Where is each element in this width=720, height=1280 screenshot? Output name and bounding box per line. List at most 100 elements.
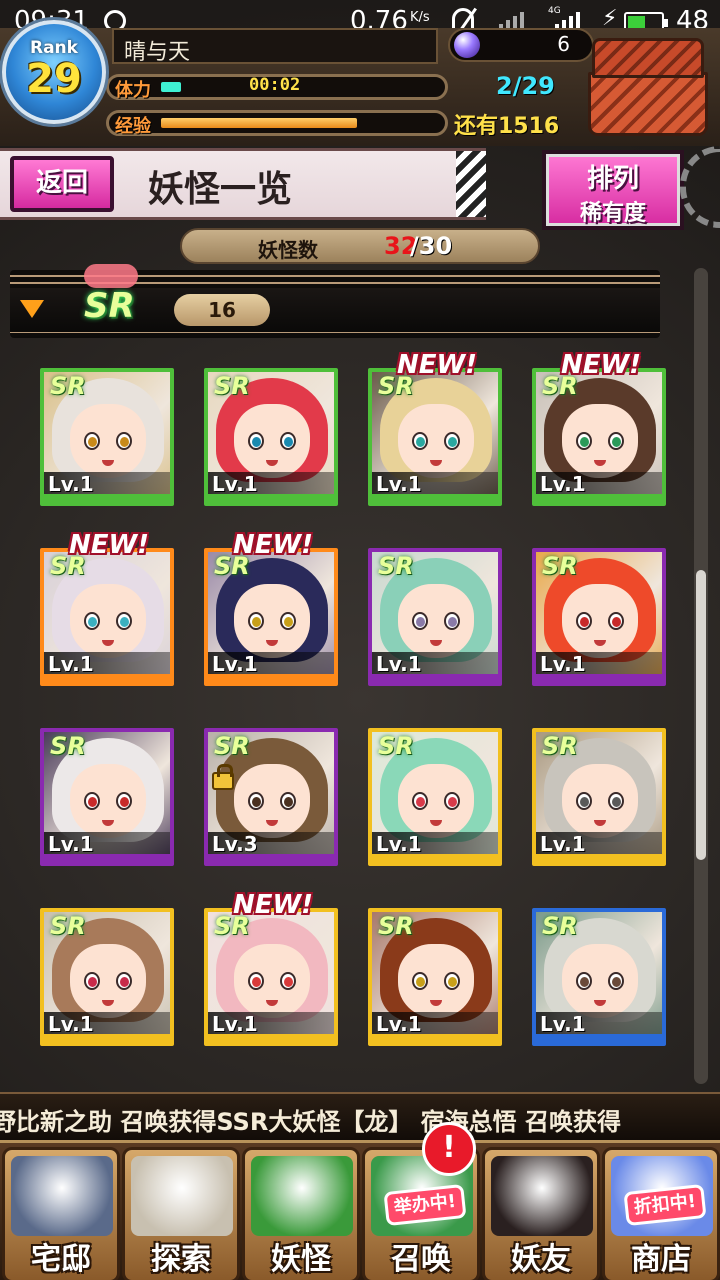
monster-card[interactable]: SR Lv.1 <box>40 548 174 686</box>
card-level: Lv.1 <box>208 652 334 676</box>
monster-card[interactable]: SR Lv.1 <box>40 908 174 1046</box>
rarity-bar <box>372 494 498 502</box>
player-name: 晴与天 <box>124 40 191 65</box>
monster-count-label: 妖怪数 <box>258 238 318 262</box>
house-icon <box>11 1156 113 1236</box>
news-ticker: 野比新之助 召唤获得SSR大妖怪【龙】 宿海总悟 召唤获得 <box>0 1092 720 1140</box>
sort-button[interactable]: 排列 稀有度 <box>542 150 684 230</box>
app-root: { "status_bar": { "time": "09:31", "net_… <box>0 0 720 1280</box>
summon-alert-badge: ! <box>422 1122 476 1176</box>
card-level: Lv.1 <box>536 832 662 856</box>
rarity-bar <box>44 1034 170 1042</box>
card-level: Lv.3 <box>208 832 334 856</box>
card-level: Lv.1 <box>372 1012 498 1036</box>
monster-card[interactable]: SR Lv.1 <box>368 908 502 1046</box>
page-title: 妖怪一览 <box>148 168 293 210</box>
card-rarity: SR <box>542 732 578 760</box>
new-tag: NEW! <box>560 350 642 380</box>
card-rarity: SR <box>50 732 86 760</box>
lock-icon <box>212 764 234 790</box>
nav-friend[interactable]: 妖友 <box>482 1147 600 1280</box>
rarity-bar <box>372 674 498 682</box>
nav-house[interactable]: 宅邸 <box>2 1147 120 1280</box>
card-level: Lv.1 <box>44 652 170 676</box>
nav-magnifier[interactable]: 探索 <box>122 1147 240 1280</box>
monster-card[interactable]: SR Lv.1 <box>368 548 502 686</box>
card-level: Lv.1 <box>372 472 498 496</box>
monster-card[interactable]: SR Lv.1 <box>204 908 338 1046</box>
monster-card[interactable]: SR Lv.1 <box>368 728 502 866</box>
magnifier-icon <box>131 1156 233 1236</box>
player-name-bar: 晴与天 <box>112 28 438 65</box>
rarity-bar <box>44 854 170 862</box>
rarity-bar <box>372 854 498 862</box>
stamina-value: 2/29 <box>496 72 555 100</box>
monster-card[interactable]: SR Lv.1 <box>204 368 338 506</box>
nav-label: 商店 <box>631 1242 691 1277</box>
chest-icon <box>588 72 708 136</box>
new-tag: NEW! <box>232 890 314 920</box>
exp-bar: 经验 <box>106 110 448 137</box>
section-count: 16 <box>174 294 270 326</box>
monster-card[interactable]: SR Lv.1 <box>532 728 666 866</box>
rarity-bar <box>536 674 662 682</box>
monster-card[interactable]: SR Lv.1 <box>40 368 174 506</box>
card-level: Lv.1 <box>44 1012 170 1036</box>
card-rarity: SR <box>378 912 414 940</box>
monster-card[interactable]: SR Lv.1 <box>368 368 502 506</box>
stamina-bar: 体力 00:02 <box>106 74 448 101</box>
card-level: Lv.1 <box>372 652 498 676</box>
rarity-bar <box>372 1034 498 1042</box>
nav-label: 探索 <box>151 1242 211 1277</box>
card-level: Lv.1 <box>536 472 662 496</box>
card-rarity: SR <box>378 552 414 580</box>
new-tag: NEW! <box>68 530 150 560</box>
card-level: Lv.1 <box>536 1012 662 1036</box>
friend-icon <box>491 1156 593 1236</box>
nav-label: 宅邸 <box>31 1242 91 1277</box>
rarity-bar <box>44 494 170 502</box>
nav-orb[interactable]: 折扣中! 商店 <box>602 1147 720 1280</box>
monster-card[interactable]: SR Lv.3 <box>204 728 338 866</box>
rarity-bar <box>208 674 334 682</box>
sort-mode: 稀有度 <box>579 201 646 226</box>
rarity-section-header[interactable]: SR 16 <box>10 264 660 338</box>
rank-number: 29 <box>26 56 82 102</box>
card-rarity: SR <box>214 372 250 400</box>
scrollbar-thumb[interactable] <box>696 570 706 860</box>
nav-label: 妖友 <box>511 1242 571 1277</box>
monster-card[interactable]: SR Lv.1 <box>40 728 174 866</box>
collapse-triangle-icon[interactable] <box>20 300 44 318</box>
heart-decoration-icon <box>84 264 138 288</box>
card-rarity: SR <box>50 372 86 400</box>
exp-remaining: 还有1516 <box>454 114 560 139</box>
rank-badge[interactable]: Rank 29 <box>2 20 106 124</box>
monster-count-max: /30 <box>410 232 453 260</box>
rarity-bar <box>44 674 170 682</box>
monster-card[interactable]: SR Lv.1 <box>204 548 338 686</box>
card-level: Lv.1 <box>372 832 498 856</box>
treasure-chest-button[interactable] <box>584 38 714 142</box>
monster-card[interactable]: SR Lv.1 <box>532 368 666 506</box>
card-rarity: SR <box>378 732 414 760</box>
rarity-bar <box>208 494 334 502</box>
nav-label: 召唤 <box>391 1242 451 1277</box>
stamina-label: 体力 <box>115 80 151 101</box>
monster-count: 妖怪数 32 /30 <box>180 228 540 264</box>
new-tag: NEW! <box>396 350 478 380</box>
monster-card[interactable]: SR Lv.1 <box>532 548 666 686</box>
card-rarity: SR <box>50 912 86 940</box>
net-speed-unit: K/s <box>410 10 430 25</box>
card-rarity: SR <box>542 552 578 580</box>
bottom-nav: 宅邸 探索 妖怪 举办中! 召唤 妖友 折扣中! 商店 <box>0 1140 720 1280</box>
rarity-bar <box>536 494 662 502</box>
back-button[interactable]: 返回 <box>10 156 114 212</box>
monster-card[interactable]: SR Lv.1 <box>532 908 666 1046</box>
ticker-text: 野比新之助 召唤获得SSR大妖怪【龙】 宿海总悟 召唤获得 <box>0 1108 622 1136</box>
monster-grid: SR Lv.1 SR Lv.1 SR Lv.1 NEW! SR Lv.1 NEW! SR Lv.1 NE… <box>0 350 690 1082</box>
card-rarity: SR <box>542 912 578 940</box>
sort-label: 排列 <box>586 164 639 194</box>
nav-scroll[interactable]: 妖怪 <box>242 1147 360 1280</box>
rank-label: Rank <box>30 38 78 58</box>
currency-display[interactable]: 6 <box>448 28 594 62</box>
